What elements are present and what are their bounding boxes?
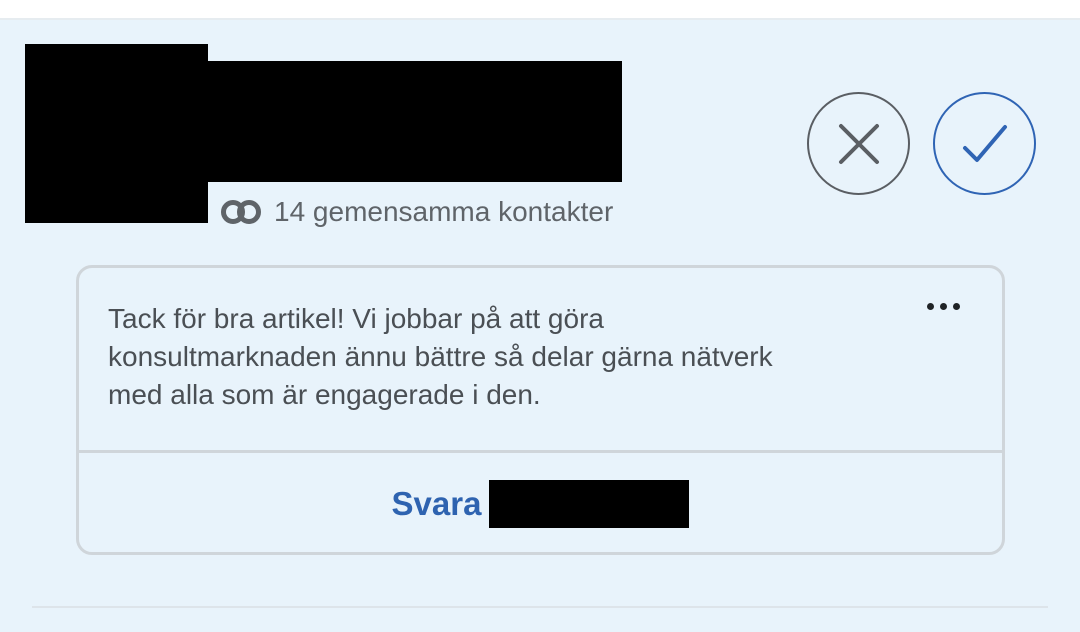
- redacted-sender-name: [208, 61, 622, 182]
- accept-button[interactable]: [933, 92, 1036, 195]
- message-box: Tack för bra artikel! Vi jobbar på att g…: [76, 265, 1005, 555]
- redacted-avatar: [25, 44, 208, 223]
- reply-label: Svara: [391, 485, 482, 522]
- redacted-reply-name: [489, 480, 690, 528]
- checkmark-icon: [962, 124, 1007, 162]
- invitation-card: 14 gemensamma kontakter Tack för bra art…: [0, 20, 1080, 632]
- more-horizontal-icon: [926, 302, 934, 310]
- reply-button[interactable]: Svara: [392, 480, 690, 528]
- mutual-connections-icon: [221, 200, 261, 224]
- close-icon: [838, 123, 879, 164]
- reply-row: Svara: [79, 453, 1002, 552]
- top-strip: [0, 0, 1080, 20]
- bottom-divider: [32, 606, 1048, 608]
- mutual-connections-text: 14 gemensamma kontakter: [274, 196, 614, 227]
- mutual-connections[interactable]: 14 gemensamma kontakter: [220, 192, 613, 232]
- invitation-message: Tack för bra artikel! Vi jobbar på att g…: [108, 303, 773, 410]
- more-options-button[interactable]: [920, 294, 966, 318]
- ignore-button[interactable]: [807, 92, 910, 195]
- more-horizontal-icon: [939, 302, 947, 310]
- more-horizontal-icon: [952, 302, 960, 310]
